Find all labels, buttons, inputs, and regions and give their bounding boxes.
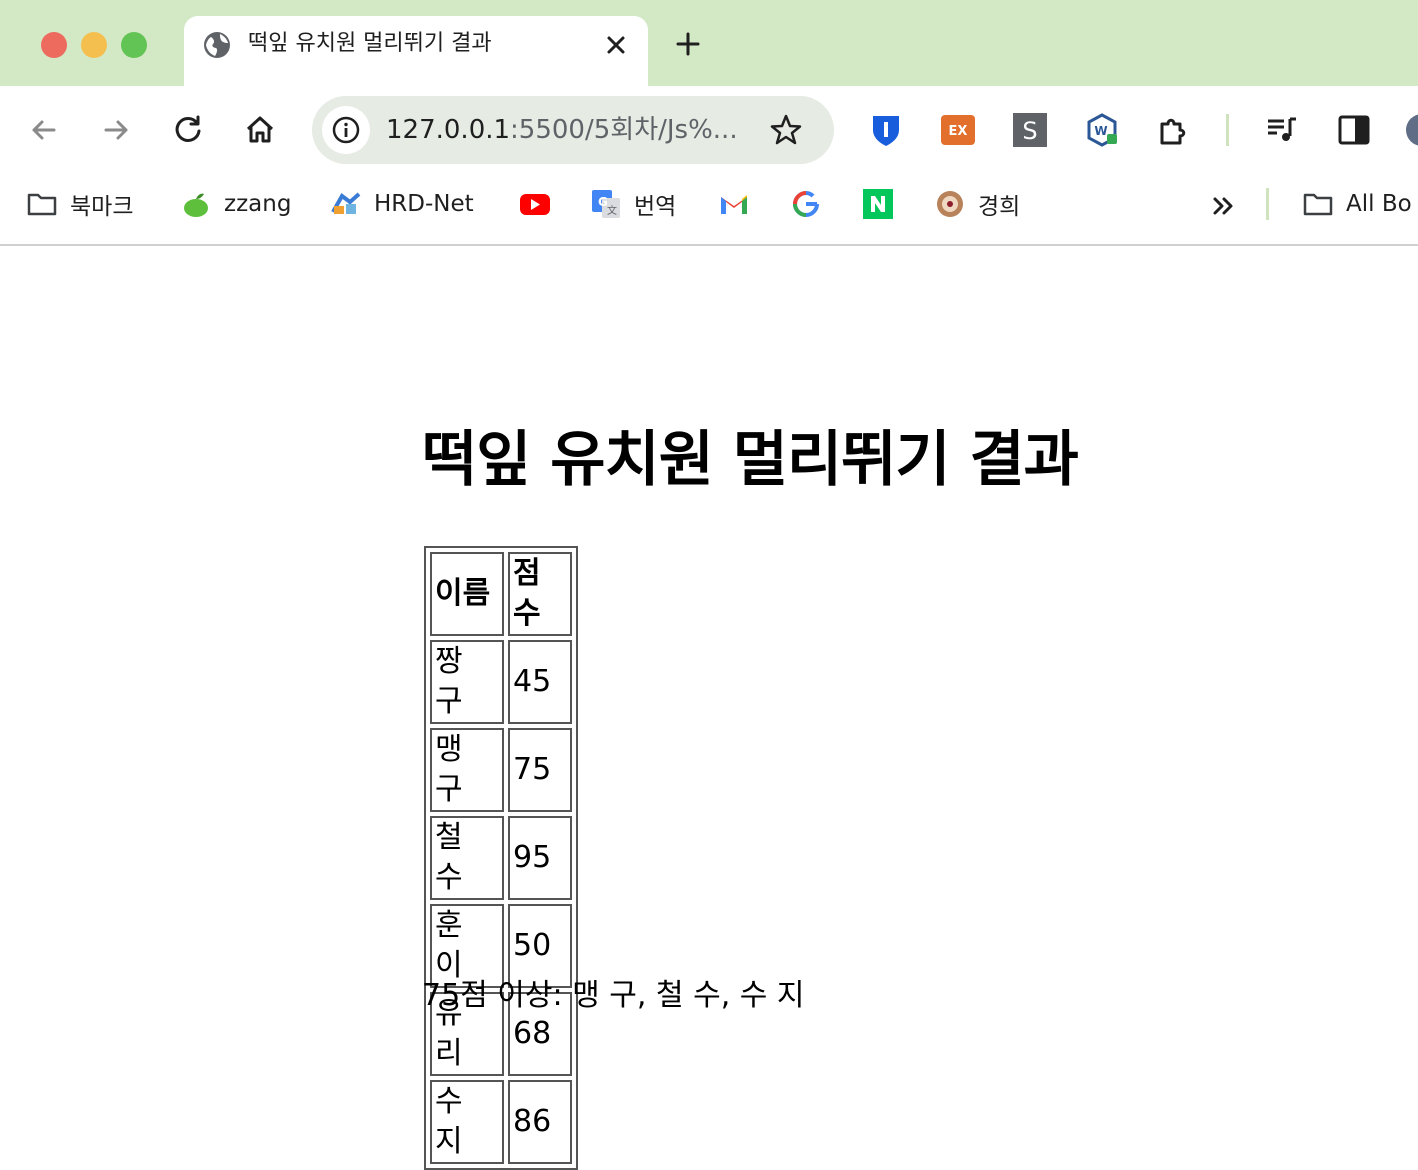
back-icon[interactable] [24,110,64,150]
bookmark-folder[interactable]: 북마크 [26,188,133,220]
bookmark-label: 경희 [978,194,1021,220]
profile-icon[interactable] [1404,112,1418,148]
svg-text:S: S [1022,117,1037,145]
active-tab[interactable]: 떡잎 유치원 멀리뛰기 결과 [184,16,648,86]
ex-icon[interactable]: EX [940,112,976,148]
media-icon[interactable] [1264,112,1300,148]
column-header-score: 점수 [508,552,572,636]
score-cell: 95 [508,816,572,900]
column-header-name: 이름 [430,552,504,636]
naver-icon [863,189,893,219]
folder-icon [1303,193,1333,216]
table-row: 철 수 95 [430,816,572,900]
google-icon [792,190,819,218]
all-bookmarks-folder[interactable]: All Bo [1302,188,1412,220]
bookmark-hrd-net[interactable]: HRD-Net [330,188,474,220]
gmail-icon [721,195,747,214]
bookmark-youtube[interactable] [518,188,562,220]
w-icon[interactable]: W [1084,112,1120,148]
more-bookmarks-icon[interactable] [1208,190,1240,222]
close-window-button[interactable] [41,32,67,58]
s-icon[interactable]: S [1012,112,1048,148]
new-tab-button[interactable] [672,28,704,60]
bookmark-label: HRD-Net [374,191,474,217]
table-row: 맹 구 75 [430,728,572,812]
score-cell: 86 [508,1080,572,1164]
bookmark-gmail[interactable] [718,188,762,220]
bookmark-label: 북마크 [70,194,134,220]
bookmark-label: 번역 [634,194,677,220]
table-row: 수 지 86 [430,1080,572,1164]
bookmark-star-icon[interactable] [768,112,804,148]
globe-icon [204,32,230,58]
name-cell: 짱 구 [430,640,504,724]
hrd-net-icon [331,192,361,214]
score-cell: 45 [508,640,572,724]
svg-text:EX: EX [949,124,968,139]
forward-icon[interactable] [96,110,136,150]
name-cell: 철 수 [430,816,504,900]
bookmark-khu[interactable]: 경희 [934,188,1020,220]
table-header-row: 이름 점수 [430,552,572,636]
bookmark-zzang[interactable]: zzang [180,188,291,220]
url-text: 127.0.0.1:5500/5회차/Js%... [386,114,738,146]
site-info-button[interactable] [322,106,370,154]
bookmark-naver[interactable] [862,188,906,220]
browser-toolbar: 127.0.0.1:5500/5회차/Js%... EX S W [0,86,1418,174]
minimize-window-button[interactable] [81,32,107,58]
info-icon [332,116,360,144]
bookmark-translate[interactable]: G 文 번역 [590,188,676,220]
address-bar[interactable]: 127.0.0.1:5500/5회차/Js%... [312,96,834,164]
url-host: 127.0.0.1 [386,115,511,145]
side-panel-icon[interactable] [1336,112,1372,148]
youtube-icon [520,194,550,215]
home-icon[interactable] [240,110,280,150]
bookmarks-divider [1266,188,1269,220]
apple-icon [184,193,208,217]
svg-text:文: 文 [607,204,617,217]
khu-icon [937,191,963,217]
result-text: 75점 이상: 맹 구, 철 수, 수 지 [422,978,805,1013]
url-path: :5500/5회차/Js%... [510,115,738,145]
bitwarden-icon[interactable] [868,112,904,148]
google-translate-icon: G 文 [592,190,620,218]
table-row: 짱 구 45 [430,640,572,724]
puzzle-icon[interactable] [1156,112,1192,148]
maximize-window-button[interactable] [121,32,147,58]
page-heading: 떡잎 유치원 멀리뛰기 결과 [422,425,1079,495]
bookmark-google[interactable] [790,188,834,220]
all-bookmarks-label: All Bo [1346,191,1412,217]
name-cell: 수 지 [430,1080,504,1164]
reload-icon[interactable] [168,110,208,150]
bookmark-label: zzang [224,191,292,217]
scores-table: 이름 점수 짱 구 45 맹 구 75 철 수 95 훈 이 50 유 리 68… [424,546,578,1170]
svg-text:W: W [1094,124,1107,138]
bookmarks-bar: 북마크 zzang HRD-Net G 文 번역 경희 All Bo [0,174,1418,246]
folder-icon [27,193,57,216]
toolbar-divider [1226,114,1229,146]
name-cell: 맹 구 [430,728,504,812]
close-tab-icon[interactable] [602,31,630,59]
tab-title: 떡잎 유치원 멀리뛰기 결과 [248,31,492,56]
tab-strip: 떡잎 유치원 멀리뛰기 결과 [0,0,1418,86]
score-cell: 75 [508,728,572,812]
